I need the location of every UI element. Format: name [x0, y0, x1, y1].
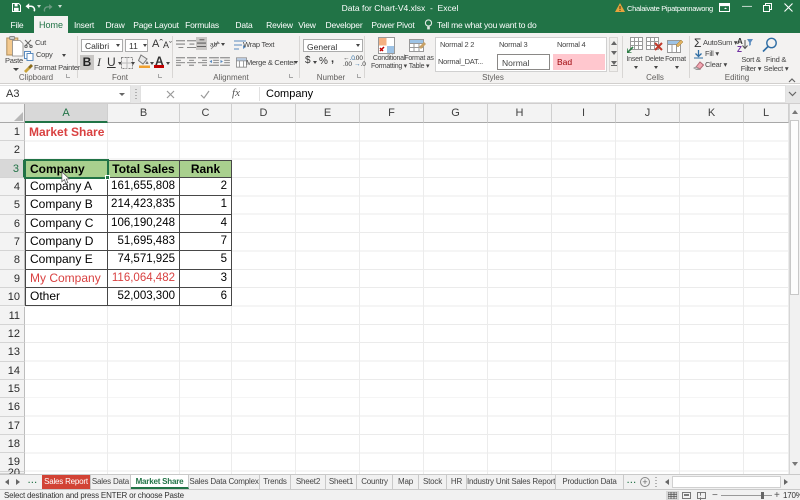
- svg-text:ab: ab: [210, 41, 218, 48]
- svg-text:Z: Z: [737, 45, 742, 53]
